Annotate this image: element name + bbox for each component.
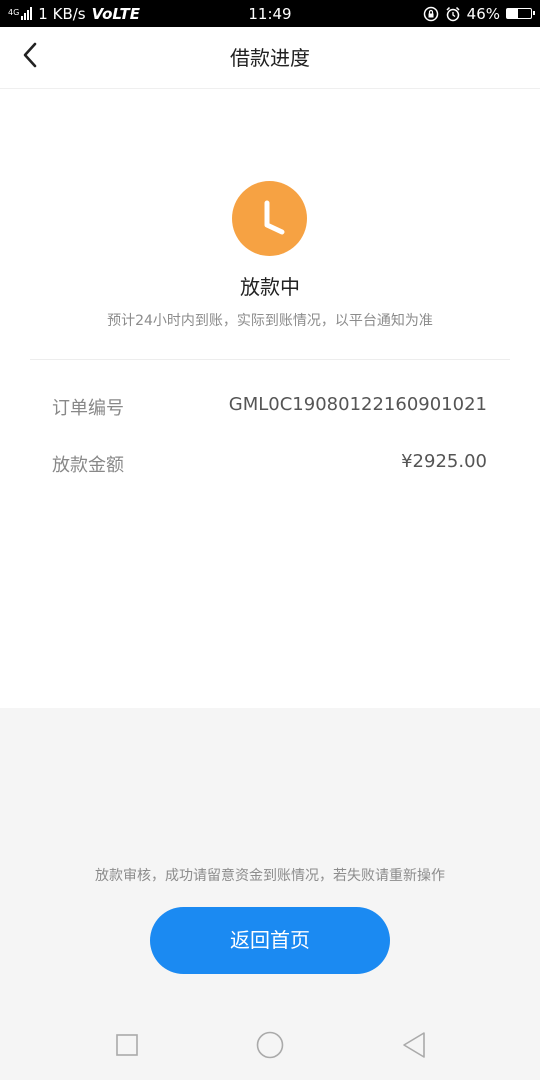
loan-amount-label: 放款金额 (52, 455, 124, 476)
loan-amount-row: 放款金额 ¥2925.00 (52, 451, 487, 477)
lock-rotation-icon (423, 6, 439, 22)
app-header: 借款进度 (0, 27, 540, 89)
clock-time: 11:49 (248, 4, 292, 23)
network-type: 4G (8, 7, 20, 17)
footer-note: 放款审核，成功请留意资金到账情况，若失败请重新操作 (95, 868, 445, 884)
status-bar: 4G 1 KB/s VoLTE 11:49 46% (0, 0, 540, 27)
back-icon[interactable] (398, 1029, 430, 1061)
clock-icon (232, 181, 307, 256)
status-description: 预计24小时内到账，实际到账情况，以平台通知为准 (107, 313, 433, 329)
system-nav-bar (0, 1010, 540, 1080)
network-speed: 1 KB/s (38, 4, 86, 23)
page-title: 借款进度 (230, 46, 310, 70)
order-number-row: 订单编号 GML0C19080122160901021 (52, 394, 487, 420)
order-number-label: 订单编号 (52, 398, 124, 419)
signal-icon (21, 7, 33, 20)
battery-percent: 46% (466, 4, 500, 23)
volte-label: VoLTE (91, 4, 140, 23)
status-title: 放款中 (240, 275, 300, 299)
progress-card: 放款中 预计24小时内到账，实际到账情况，以平台通知为准 订单编号 GML0C1… (0, 89, 540, 708)
battery-icon (506, 8, 535, 19)
recent-apps-icon[interactable] (111, 1029, 143, 1061)
order-number-value: GML0C19080122160901021 (228, 394, 487, 415)
return-home-button[interactable]: 返回首页 (150, 907, 390, 974)
divider (30, 359, 510, 360)
home-icon[interactable] (254, 1029, 286, 1061)
alarm-icon (445, 6, 461, 22)
loan-amount-value: ¥2925.00 (401, 451, 487, 472)
